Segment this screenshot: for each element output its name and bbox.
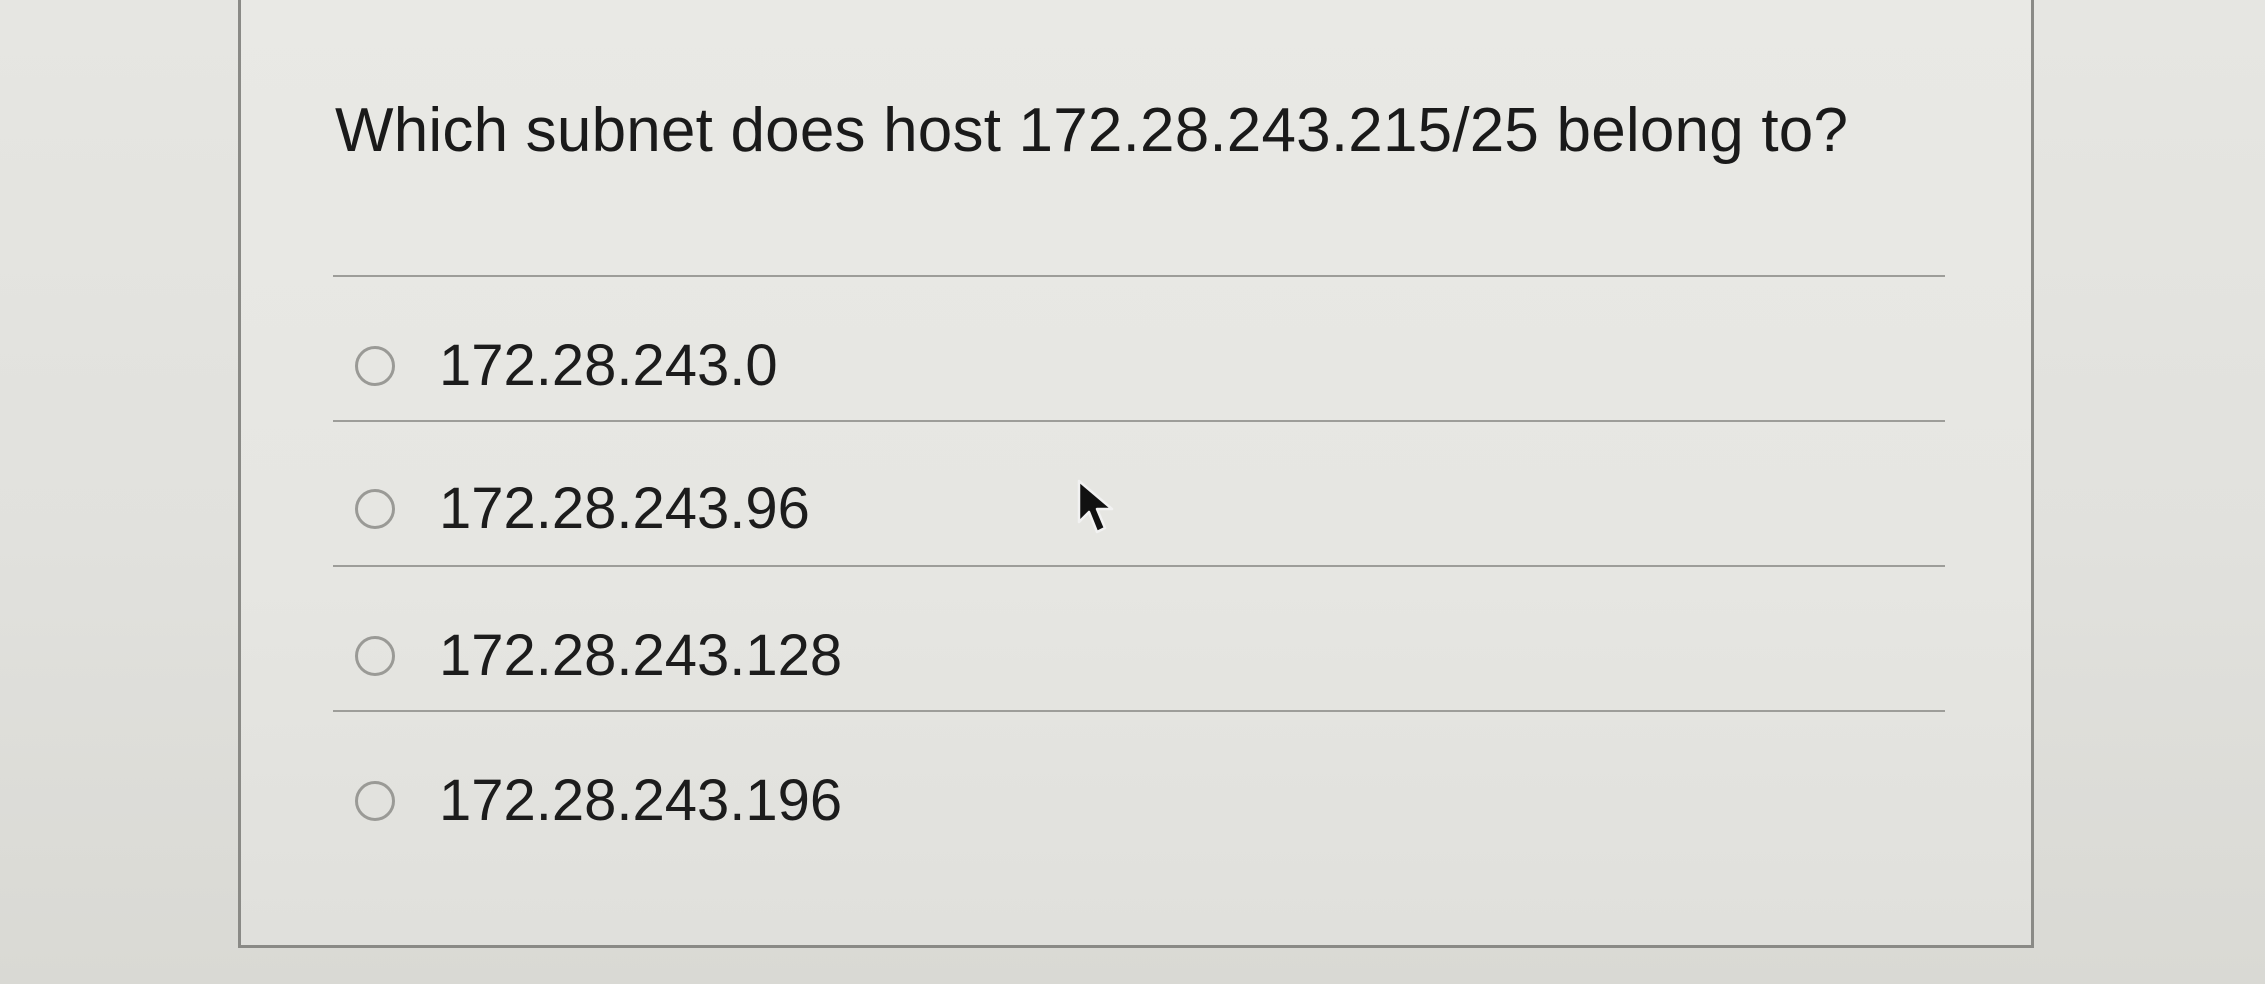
radio-button[interactable] — [355, 781, 395, 821]
option-label: 172.28.243.196 — [439, 768, 843, 833]
divider — [333, 275, 1945, 277]
option-1[interactable]: 172.28.243.0 — [355, 321, 1855, 411]
radio-button[interactable] — [355, 346, 395, 386]
option-3[interactable]: 172.28.243.128 — [355, 611, 1855, 701]
option-label: 172.28.243.128 — [439, 623, 843, 688]
divider — [333, 420, 1945, 422]
radio-button[interactable] — [355, 489, 395, 529]
mouse-pointer-icon — [1077, 479, 1114, 534]
divider — [333, 565, 1945, 567]
question-card: Which subnet does host 172.28.243.215/25… — [238, 0, 2034, 948]
option-label: 172.28.243.96 — [439, 476, 810, 541]
option-4[interactable]: 172.28.243.196 — [355, 756, 1855, 846]
question-text: Which subnet does host 172.28.243.215/25… — [335, 96, 1849, 165]
option-label: 172.28.243.0 — [439, 333, 778, 398]
radio-button[interactable] — [355, 636, 395, 676]
divider — [333, 710, 1945, 712]
